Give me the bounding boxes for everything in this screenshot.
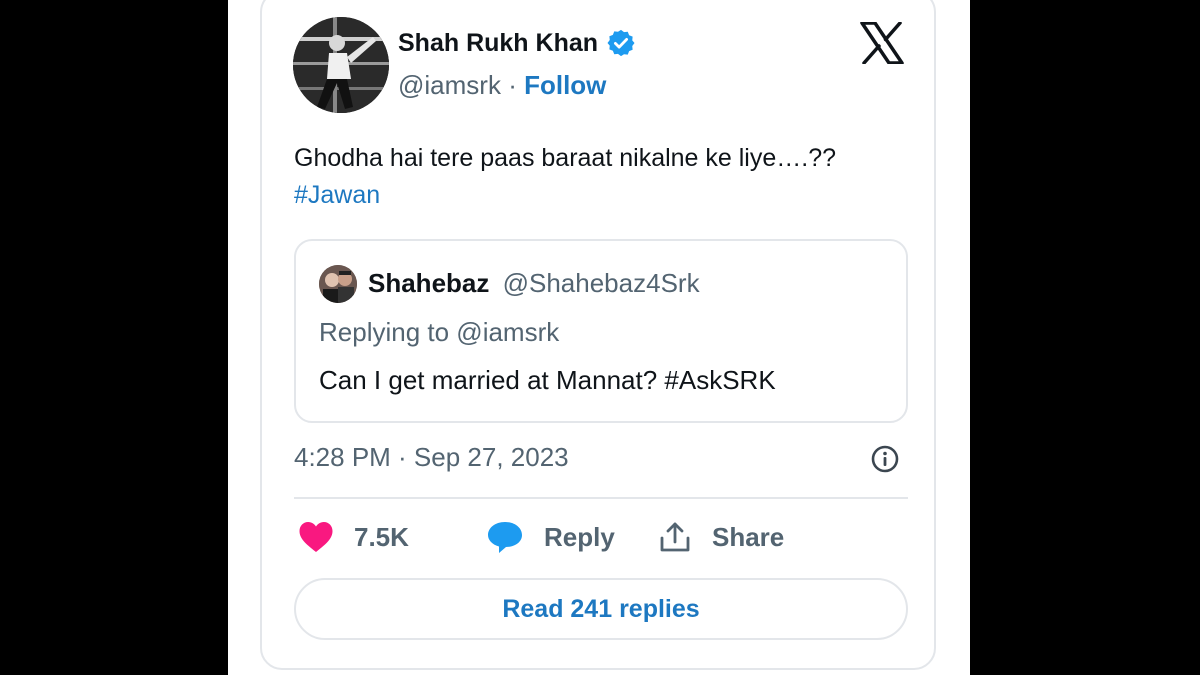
author-avatar[interactable]: [293, 17, 389, 113]
tweet-embed-panel: Shah Rukh Khan @iamsrk · Follow Ghodha h…: [228, 0, 970, 675]
quoted-tweet[interactable]: Shahebaz @Shahebaz4Srk Replying to @iams…: [294, 239, 908, 423]
tweet-timestamp[interactable]: 4:28 PM · Sep 27, 2023: [294, 442, 569, 473]
share-icon: [658, 520, 692, 554]
author-name-row: Shah Rukh Khan: [398, 28, 636, 58]
replying-to-label: Replying to @iamsrk: [319, 317, 560, 347]
heart-icon: [298, 520, 334, 554]
quoted-tweet-text: Can I get married at Mannat? #AskSRK: [319, 365, 776, 395]
tweet-text: Ghodha hai tere paas baraat nikalne ke l…: [294, 144, 837, 172]
quoted-author-name[interactable]: Shahebaz: [368, 268, 489, 298]
handle-line: @iamsrk · Follow: [398, 70, 606, 101]
share-label: Share: [712, 521, 785, 552]
hashtag-link[interactable]: #Jawan: [294, 177, 914, 214]
reply-label: Reply: [544, 521, 615, 552]
verified-badge-icon: [606, 28, 636, 58]
reply-button[interactable]: Reply: [486, 520, 615, 554]
quoted-author-line: Shahebaz @Shahebaz4Srk: [368, 268, 700, 299]
speech-bubble-icon: [486, 520, 524, 554]
author-handle[interactable]: @iamsrk: [398, 70, 501, 100]
share-button[interactable]: Share: [658, 520, 784, 554]
quoted-author-handle[interactable]: @Shahebaz4Srk: [503, 268, 700, 298]
divider: [294, 497, 908, 499]
quoted-author-avatar[interactable]: [319, 265, 357, 303]
like-button[interactable]: 7.5K: [298, 520, 409, 554]
read-replies-button[interactable]: Read 241 replies: [294, 578, 908, 640]
read-replies-label: Read 241 replies: [502, 594, 700, 623]
author-name[interactable]: Shah Rukh Khan: [398, 29, 598, 58]
tweet-body: Ghodha hai tere paas baraat nikalne ke l…: [294, 140, 914, 214]
follow-button[interactable]: Follow: [524, 70, 606, 100]
action-bar: 7.5K Reply Share: [298, 520, 898, 560]
tweet-card: Shah Rukh Khan @iamsrk · Follow Ghodha h…: [260, 0, 936, 670]
info-icon[interactable]: [870, 444, 900, 474]
separator-dot: ·: [508, 70, 517, 100]
like-count: 7.5K: [354, 521, 409, 552]
x-logo-icon[interactable]: [860, 21, 904, 65]
